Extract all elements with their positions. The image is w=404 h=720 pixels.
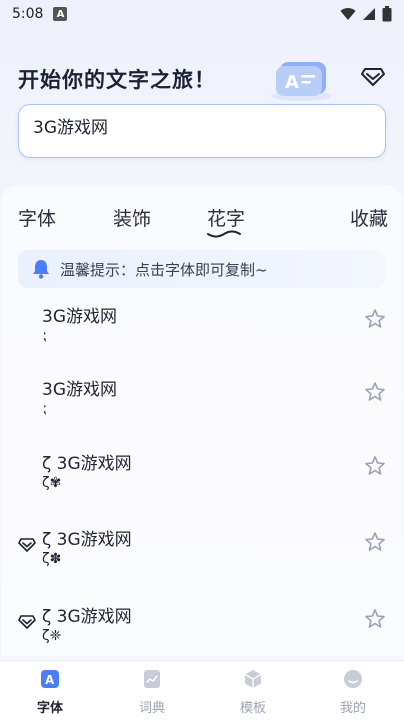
dictionary-icon xyxy=(144,670,160,688)
item-decoration: ζ❈ xyxy=(42,628,62,644)
item-text: 3G游戏网 xyxy=(42,380,117,400)
nav-item-dictionary[interactable]: 词典 xyxy=(122,667,182,719)
tip-banner: 温馨提示：点击字体即可复制~ xyxy=(18,250,386,288)
category-tabs: 字体 装饰 花字 收藏 xyxy=(0,204,404,236)
battery-icon xyxy=(382,6,392,22)
signal-icon xyxy=(363,8,375,20)
nav-item-template[interactable]: 模板 xyxy=(223,667,283,719)
bell-icon xyxy=(33,260,49,279)
font-illustration-icon: A xyxy=(271,62,331,101)
font-icon: A xyxy=(41,670,59,688)
item-text: ζ 3G游戏网 xyxy=(42,454,132,474)
status-left: 5:08 A xyxy=(12,6,68,22)
tab-fancy-text[interactable]: 花字 xyxy=(207,204,245,231)
list-item[interactable]: ζ 3G游戏网 ζ✾ xyxy=(16,443,388,511)
profile-icon xyxy=(344,670,362,688)
star-icon[interactable] xyxy=(364,531,386,553)
tab-favorites[interactable]: 收藏 xyxy=(350,204,388,231)
list-item[interactable]: ζ 3G游戏网 ζ✽ xyxy=(16,519,388,587)
vip-diamond-icon[interactable] xyxy=(360,64,386,88)
wifi-icon xyxy=(340,8,356,20)
svg-text:A: A xyxy=(285,72,299,93)
list-item[interactable]: ζ 3G游戏网 ζ❈ xyxy=(16,596,388,664)
vip-diamond-icon xyxy=(18,538,36,552)
item-text: 3G游戏网 xyxy=(42,307,117,327)
item-decoration: ⁏ xyxy=(42,328,47,344)
nav-label: 词典 xyxy=(138,701,165,716)
item-text: ζ 3G游戏网 xyxy=(42,530,132,550)
nav-label: 字体 xyxy=(36,701,63,716)
text-input[interactable]: 3G游戏网 xyxy=(18,104,386,158)
item-decoration: ζ✽ xyxy=(42,551,62,567)
list-item[interactable]: 3G游戏网 ⁏ xyxy=(16,369,388,437)
nav-label: 我的 xyxy=(339,701,366,716)
page-title: 开始你的文字之旅！ xyxy=(18,68,216,92)
status-time: 5:08 xyxy=(12,6,44,22)
list-item[interactable]: 3G游戏网 ⁏ xyxy=(16,296,388,364)
notification-icon: A xyxy=(53,7,68,21)
template-icon xyxy=(244,670,262,688)
vip-diamond-icon xyxy=(18,615,36,629)
bottom-nav: A 字体 词典 模板 我的 xyxy=(0,660,404,720)
svg-text:A: A xyxy=(45,673,55,687)
tab-decoration[interactable]: 装饰 xyxy=(113,204,151,231)
item-decoration: ζ✾ xyxy=(42,475,62,491)
item-decoration: ⁏ xyxy=(42,401,47,417)
star-icon[interactable] xyxy=(364,381,386,403)
tip-text: 温馨提示：点击字体即可复制~ xyxy=(60,260,268,279)
status-bar: 5:08 A xyxy=(0,0,404,28)
nav-item-font[interactable]: A 字体 xyxy=(20,667,80,719)
status-right xyxy=(340,6,392,22)
nav-item-profile[interactable]: 我的 xyxy=(323,667,383,719)
active-tab-indicator xyxy=(207,230,241,238)
star-icon[interactable] xyxy=(364,455,386,477)
star-icon[interactable] xyxy=(364,308,386,330)
nav-label: 模板 xyxy=(239,701,266,716)
tab-font[interactable]: 字体 xyxy=(18,204,56,231)
star-icon[interactable] xyxy=(364,608,386,630)
item-text: ζ 3G游戏网 xyxy=(42,607,132,627)
